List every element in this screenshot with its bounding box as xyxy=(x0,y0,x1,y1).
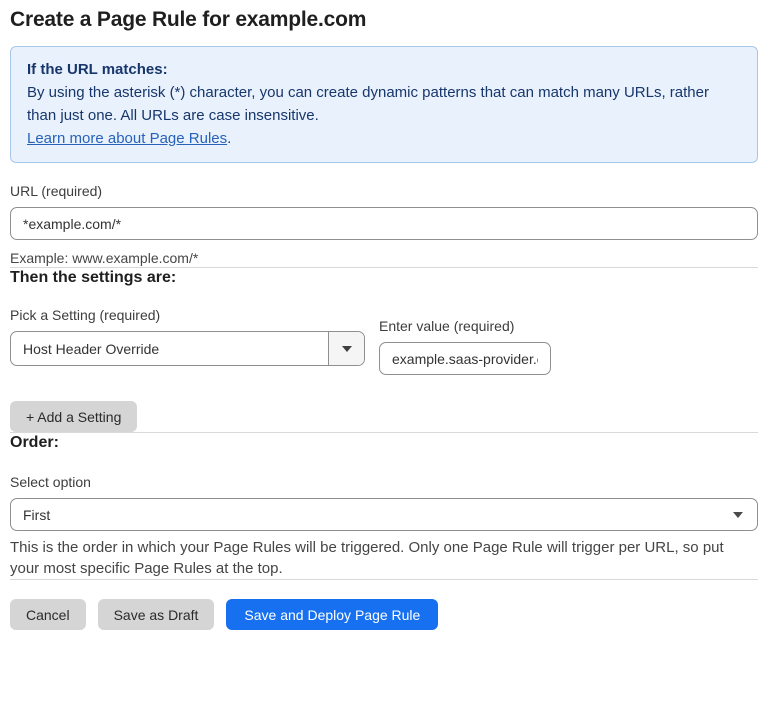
chevron-down-icon xyxy=(733,511,743,518)
setting-select-caret-button[interactable] xyxy=(328,332,364,365)
setting-select[interactable]: Host Header Override xyxy=(10,331,365,366)
add-setting-button[interactable]: + Add a Setting xyxy=(10,401,138,432)
info-box-heading: If the URL matches: xyxy=(27,61,168,78)
info-box-link-line: Learn more about Page Rules. xyxy=(27,127,741,150)
save-as-draft-button[interactable]: Save as Draft xyxy=(97,599,215,630)
order-select-label: Select option xyxy=(10,474,91,490)
url-match-info-box: If the URL matches: By using the asteris… xyxy=(10,46,758,163)
enter-value-column: Enter value (required) xyxy=(379,318,551,375)
chevron-down-icon xyxy=(341,345,352,352)
page-title: Create a Page Rule for example.com xyxy=(10,8,367,31)
order-select[interactable]: First xyxy=(10,498,758,531)
footer-actions: Cancel Save as Draft Save and Deploy Pag… xyxy=(10,599,758,630)
enter-value-label: Enter value (required) xyxy=(379,318,515,334)
url-label: URL (required) xyxy=(10,183,103,199)
order-select-value: First xyxy=(23,506,51,523)
url-example-hint: Example: www.example.com/* xyxy=(10,250,199,266)
learn-more-link[interactable]: Learn more about Page Rules xyxy=(27,130,227,147)
order-section-heading: Order: xyxy=(10,434,59,451)
pick-setting-column: Pick a Setting (required) Host Header Ov… xyxy=(10,307,365,366)
url-field: URL (required) Example: www.example.com/… xyxy=(10,183,758,267)
link-period: . xyxy=(227,130,232,147)
order-help-text: This is the order in which your Page Rul… xyxy=(10,539,724,577)
save-and-deploy-button[interactable]: Save and Deploy Page Rule xyxy=(226,599,439,630)
setting-value-input[interactable] xyxy=(379,342,551,375)
url-input[interactable] xyxy=(10,207,758,240)
setting-row: Pick a Setting (required) Host Header Ov… xyxy=(10,307,758,375)
settings-section-heading: Then the settings are: xyxy=(10,269,177,286)
create-page-rule-form: Create a Page Rule for example.com If th… xyxy=(0,0,772,630)
divider xyxy=(10,579,758,580)
cancel-button[interactable]: Cancel xyxy=(10,599,86,630)
info-box-body: By using the asterisk (*) character, you… xyxy=(27,84,709,124)
setting-select-value: Host Header Override xyxy=(23,340,160,357)
order-field: Select option First This is the order in… xyxy=(10,474,758,579)
pick-setting-label: Pick a Setting (required) xyxy=(10,307,161,323)
